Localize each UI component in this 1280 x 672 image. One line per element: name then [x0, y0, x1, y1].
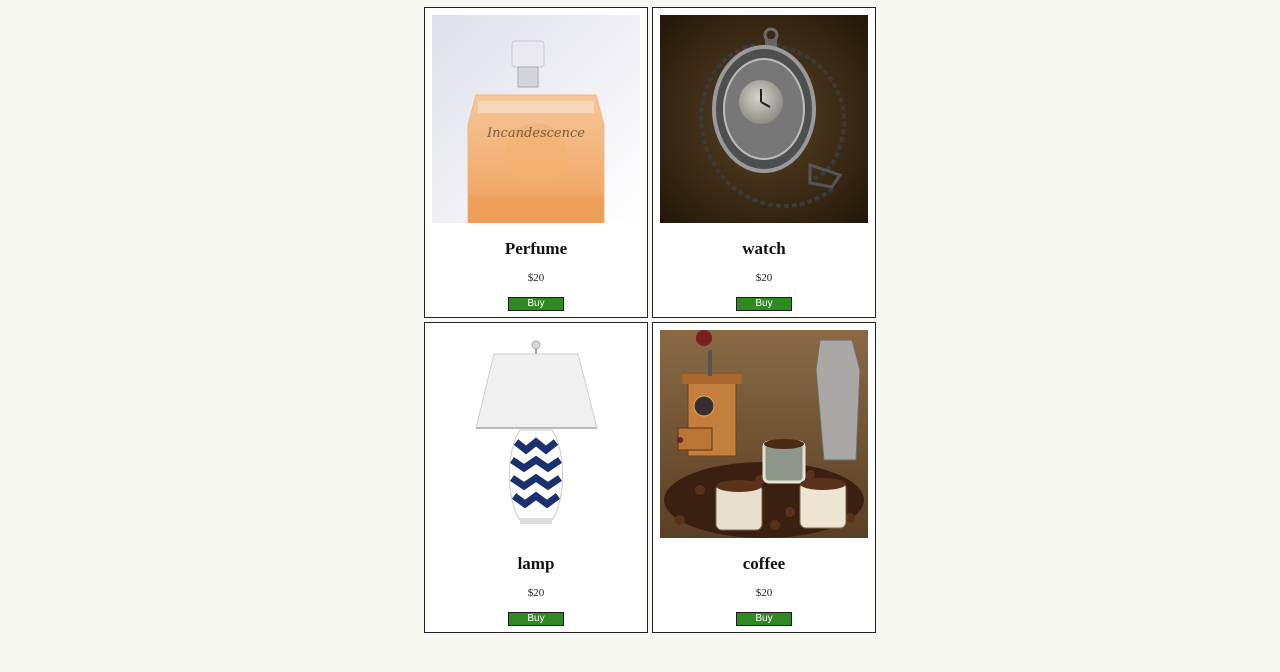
buy-button[interactable]: Buy [508, 297, 564, 311]
product-card-coffee: coffee $20 Buy [652, 322, 876, 633]
coffee-set-image [660, 330, 868, 538]
product-card-lamp: lamp $20 Buy [424, 322, 648, 633]
product-name: lamp [517, 554, 555, 573]
product-name: Perfume [504, 239, 568, 258]
product-price: $20 [527, 587, 545, 599]
table-lamp-image [432, 330, 640, 538]
product-card-watch: watch $20 Buy [652, 7, 876, 318]
pocket-watch-image [660, 15, 868, 223]
product-price: $20 [527, 272, 545, 284]
svg-text:Incandescence: Incandescence [486, 126, 585, 141]
product-price: $20 [755, 272, 773, 284]
perfume-bottle-image: Incandescence [432, 15, 640, 223]
buy-button[interactable]: Buy [508, 612, 564, 626]
product-name: watch [742, 239, 786, 258]
product-price: $20 [755, 587, 773, 599]
buy-button[interactable]: Buy [736, 297, 792, 311]
buy-button[interactable]: Buy [736, 612, 792, 626]
product-name: coffee [742, 554, 786, 573]
product-card-perfume: Incandescence Perfume $20 Buy [424, 7, 648, 318]
product-grid: Incandescence Perfume $20 Buy watch $20 … [424, 7, 876, 633]
